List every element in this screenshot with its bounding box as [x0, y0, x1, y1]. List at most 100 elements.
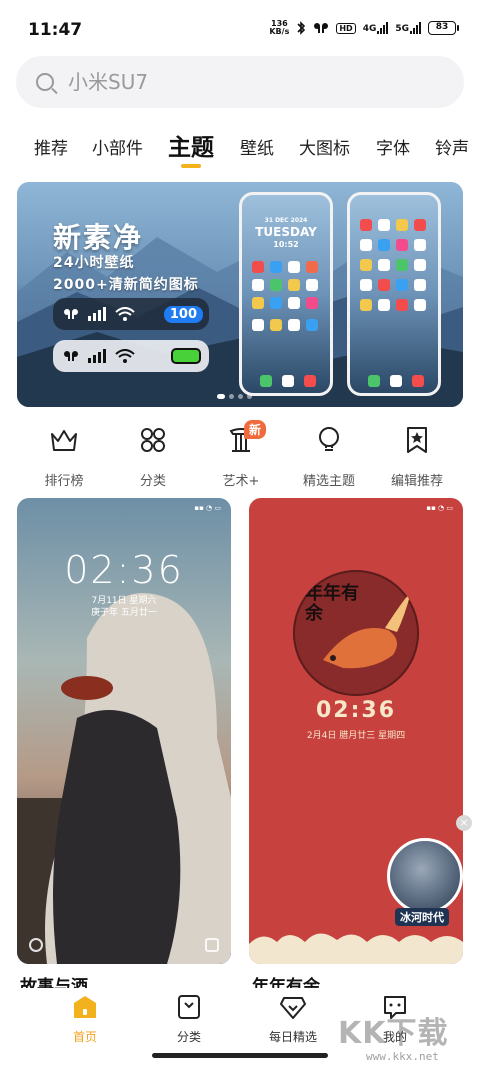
card-status-bar: ▪▪ ◔ ▭ [426, 504, 453, 512]
app-tile-icon [360, 279, 372, 291]
app-tile-icon [270, 319, 282, 331]
quick-link-label: 艺术+ [222, 474, 260, 489]
page-dot [247, 394, 252, 399]
bookmark-star-icon [407, 427, 427, 453]
active-tab-indicator [181, 164, 201, 168]
app-tile-icon [252, 319, 264, 331]
app-tile-icon [414, 219, 426, 231]
nav-label: 首页 [72, 1030, 97, 1044]
quick-links: 排行榜 分类 新 艺术+ 精选主题 编辑推荐 [0, 420, 480, 494]
card-status-bar: ▪▪ ◔ ▭ [194, 504, 221, 512]
floating-ad-label: 冰河时代 [395, 908, 449, 926]
app-tile-icon [288, 319, 300, 331]
app-tile-icon [378, 219, 390, 231]
battery-number-badge: 100 [163, 305, 203, 323]
app-tile-icon [396, 219, 408, 231]
search-bar[interactable] [16, 56, 464, 108]
charging-battery-icon [171, 348, 201, 364]
phone-preview-homescreen [347, 192, 441, 396]
app-tile-icon [306, 297, 318, 309]
card-clock: 02:36 [315, 698, 397, 723]
app-tile-icon [270, 279, 282, 291]
app-tile-icon [252, 297, 264, 309]
page-dot-active [217, 394, 225, 399]
app-tile-icon [252, 261, 264, 273]
app-tile-icon [396, 259, 408, 271]
app-tile-icon [306, 279, 318, 291]
tab-ringtones[interactable]: 铃声 [435, 134, 469, 159]
app-tile-icon [252, 279, 264, 291]
sim2-label: 5G [395, 24, 409, 34]
app-tile-icon [414, 279, 426, 291]
signal-sim1-icon: 4G [363, 22, 389, 34]
search-icon [36, 73, 54, 91]
floating-ad[interactable]: 冰河时代 [385, 838, 467, 928]
watermark-logo: KK下载 [338, 1016, 449, 1051]
wifi-icon [115, 307, 135, 321]
app-tile-icon [270, 297, 282, 309]
card-clock: 02:36 [64, 548, 184, 592]
category-tabs: 推荐 小部件 主题 壁纸 大图标 字体 铃声 [0, 124, 480, 174]
status-preview-dark: 100 [53, 298, 209, 330]
earbuds-icon [314, 23, 329, 33]
app-tile-icon [306, 319, 318, 331]
character-avatar [387, 838, 463, 914]
theme-card[interactable]: ▪▪ ◔ ▭ 02:36 7月11日 星期六 庚子年 五月廿一 [17, 498, 231, 964]
diamond-icon [280, 997, 306, 1019]
dock-app-icon [412, 375, 424, 387]
art-calligraphy: 年年有余 [305, 583, 359, 624]
quick-link-editor-picks[interactable]: 编辑推荐 [372, 424, 462, 489]
dock-app-icon [260, 375, 272, 387]
app-tile-icon [288, 261, 300, 273]
card-date: 2月4日 腊月廿三 星期四 [306, 731, 406, 741]
camera-icon [205, 938, 219, 952]
app-tile-icon [288, 279, 300, 291]
grid-icon [141, 428, 165, 452]
promo-banner[interactable]: 新素净 24小时壁纸 2000+清新简约图标 100 31 DEC 2024 T… [17, 182, 463, 407]
nav-home[interactable]: 首页 [35, 994, 135, 1045]
earbuds-icon [64, 351, 78, 361]
quick-link-featured[interactable]: 精选主题 [284, 424, 374, 489]
tab-themes[interactable]: 主题 [168, 128, 214, 162]
dock-app-icon [368, 375, 380, 387]
nav-label: 分类 [176, 1030, 201, 1044]
tab-fonts[interactable]: 字体 [376, 134, 410, 159]
tab-big-icons[interactable]: 大图标 [299, 134, 350, 159]
banner-subtitle-2: 2000+清新简约图标 [53, 277, 199, 293]
quick-link-art[interactable]: 新 艺术+ [196, 420, 286, 489]
status-time: 11:47 [28, 20, 83, 40]
tab-widgets[interactable]: 小部件 [92, 134, 143, 159]
banner-title: 新素净 [53, 221, 144, 254]
tab-wallpapers[interactable]: 壁纸 [240, 134, 274, 159]
nav-category[interactable]: 分类 [139, 994, 239, 1045]
status-preview-light [53, 340, 209, 372]
status-bar: 11:47 136 KB/s HD 4G 5G 83 [0, 0, 480, 56]
quick-link-category[interactable]: 分类 [108, 424, 198, 489]
net-speed: 136 KB/s [269, 20, 289, 36]
app-tile-icon [288, 297, 300, 309]
app-tile-icon [360, 299, 372, 311]
koi-fish-art: 年年有余 [293, 570, 419, 696]
app-tile-icon [360, 259, 372, 271]
phone-preview-day: TUESDAY [255, 225, 317, 239]
app-tile-icon [360, 239, 372, 251]
home-indicator[interactable] [152, 1053, 328, 1058]
card-lunar-date: 庚子年 五月廿一 [91, 608, 157, 618]
card-title[interactable]: 故事与酒 [20, 972, 88, 988]
quick-link-label: 精选主题 [302, 474, 355, 489]
tab-recommend[interactable]: 推荐 [34, 134, 68, 159]
nav-daily-picks[interactable]: 每日精选 [243, 994, 343, 1045]
watermark: KK下载 www.kkx.net [338, 1008, 478, 1066]
card-title[interactable]: 年年有余 [252, 972, 320, 988]
search-input[interactable] [68, 70, 428, 94]
app-tile-icon [378, 239, 390, 251]
crown-icon [51, 430, 77, 451]
page-dot [238, 394, 243, 399]
signal-sim2-icon: 5G [395, 22, 421, 34]
banner-subtitle-1: 24小时壁纸 [53, 255, 135, 271]
app-tile-icon [378, 279, 390, 291]
quick-link-ranking[interactable]: 排行榜 [19, 424, 109, 489]
close-icon[interactable]: × [456, 815, 472, 831]
new-badge: 新 [244, 420, 267, 439]
nav-label: 每日精选 [268, 1030, 317, 1044]
